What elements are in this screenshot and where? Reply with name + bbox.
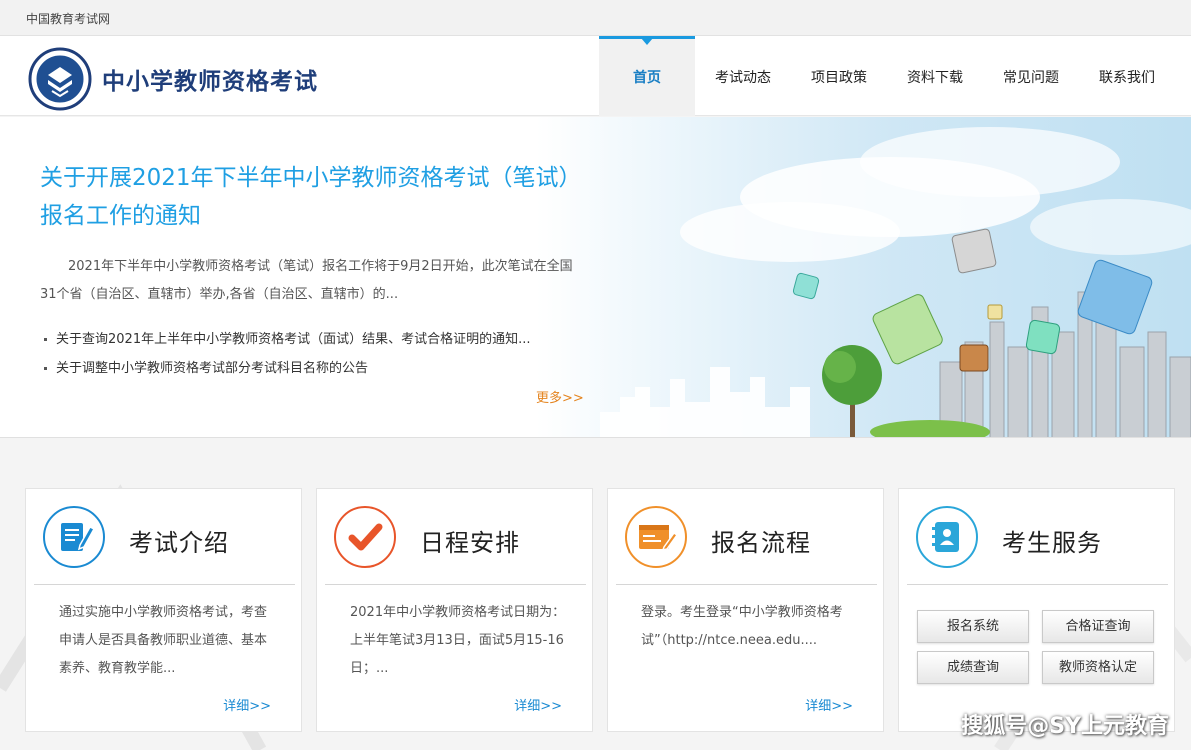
registration-system-button[interactable]: 报名系统 bbox=[917, 610, 1029, 643]
card-header: 考试介绍 bbox=[34, 503, 295, 585]
hero-headline-link[interactable]: 关于开展2021年下半年中小学教师资格考试（笔试）报名工作的通知 bbox=[40, 159, 580, 235]
card-summary: 通过实施中小学教师资格考试，考查申请人是否具备教师职业道德、基本素养、教育教学能… bbox=[59, 605, 268, 676]
card-detail-link[interactable]: 详细>> bbox=[514, 695, 562, 714]
card-summary: 登录。考生登录“中小学教师资格考试”（http://ntce.neea.edu.… bbox=[641, 605, 843, 648]
hero-more-link[interactable]: 更多>> bbox=[536, 387, 584, 406]
teacher-qualification-button[interactable]: 教师资格认定 bbox=[1042, 651, 1154, 684]
form-pencil-icon bbox=[625, 506, 687, 568]
nav-policy[interactable]: 项目政策 bbox=[791, 36, 887, 116]
site-brand-title[interactable]: 中小学教师资格考试 bbox=[102, 62, 318, 96]
nav-exam-news[interactable]: 考试动态 bbox=[695, 36, 791, 116]
nav-downloads[interactable]: 资料下载 bbox=[887, 36, 983, 116]
hero-banner: 关于开展2021年下半年中小学教师资格考试（笔试）报名工作的通知 2021年下半… bbox=[0, 117, 1191, 438]
card-title[interactable]: 报名流程 bbox=[711, 523, 811, 558]
card-header: 考生服务 bbox=[907, 503, 1168, 585]
hero-summary: 2021年下半年中小学教师资格考试（笔试）报名工作将于9月2日开始，此次笔试在全… bbox=[40, 259, 573, 302]
contact-book-icon bbox=[916, 506, 978, 568]
card-exam-intro: 考试介绍 通过实施中小学教师资格考试，考查申请人是否具备教师职业道德、基本素养、… bbox=[25, 488, 302, 732]
card-header: 日程安排 bbox=[325, 503, 586, 585]
main-nav: 首页 考试动态 项目政策 资料下载 常见问题 联系我们 bbox=[599, 36, 1175, 116]
top-utility-bar: 中国教育考试网 bbox=[0, 0, 1191, 36]
document-pencil-icon bbox=[43, 506, 105, 568]
nav-home[interactable]: 首页 bbox=[599, 36, 695, 116]
site-header: 中小学教师资格考试 首页 考试动态 项目政策 资料下载 常见问题 联系我们 bbox=[0, 36, 1191, 116]
card-header: 报名流程 bbox=[616, 503, 877, 585]
card-summary: 2021年中小学教师资格考试日期为：上半年笔试3月13日，面试5月15-16日；… bbox=[350, 605, 566, 676]
checkmark-icon bbox=[334, 506, 396, 568]
score-query-button[interactable]: 成绩查询 bbox=[917, 651, 1029, 684]
hero-news-item[interactable]: 关于调整中小学教师资格考试部分考试科目名称的公告 bbox=[44, 354, 530, 383]
card-registration-flow: 报名流程 登录。考生登录“中小学教师资格考试”（http://ntce.neea… bbox=[607, 488, 884, 732]
card-detail-link[interactable]: 详细>> bbox=[805, 695, 853, 714]
card-candidate-services: 考生服务 报名系统 合格证查询 成绩查询 教师资格认定 bbox=[898, 488, 1175, 732]
card-schedule: 日程安排 2021年中小学教师资格考试日期为：上半年笔试3月13日，面试5月15… bbox=[316, 488, 593, 732]
hero-news-list: 关于查询2021年上半年中小学教师资格考试（面试）结果、考试合格证明的通知...… bbox=[44, 325, 530, 383]
nav-contact[interactable]: 联系我们 bbox=[1079, 36, 1175, 116]
nav-faq[interactable]: 常见问题 bbox=[983, 36, 1079, 116]
card-detail-link[interactable]: 详细>> bbox=[223, 695, 271, 714]
card-title[interactable]: 考试介绍 bbox=[129, 523, 229, 558]
certificate-query-button[interactable]: 合格证查询 bbox=[1042, 610, 1154, 643]
card-title[interactable]: 考生服务 bbox=[1002, 523, 1102, 558]
watermark-text: 搜狐号@SY上元教育 bbox=[961, 714, 1169, 739]
card-title[interactable]: 日程安排 bbox=[420, 523, 520, 558]
site-name-link[interactable]: 中国教育考试网 bbox=[26, 10, 110, 27]
hero-news-item[interactable]: 关于查询2021年上半年中小学教师资格考试（面试）结果、考试合格证明的通知... bbox=[44, 325, 530, 354]
teacher-certification-logo-icon[interactable] bbox=[28, 47, 92, 111]
city-illustration bbox=[600, 127, 1191, 437]
